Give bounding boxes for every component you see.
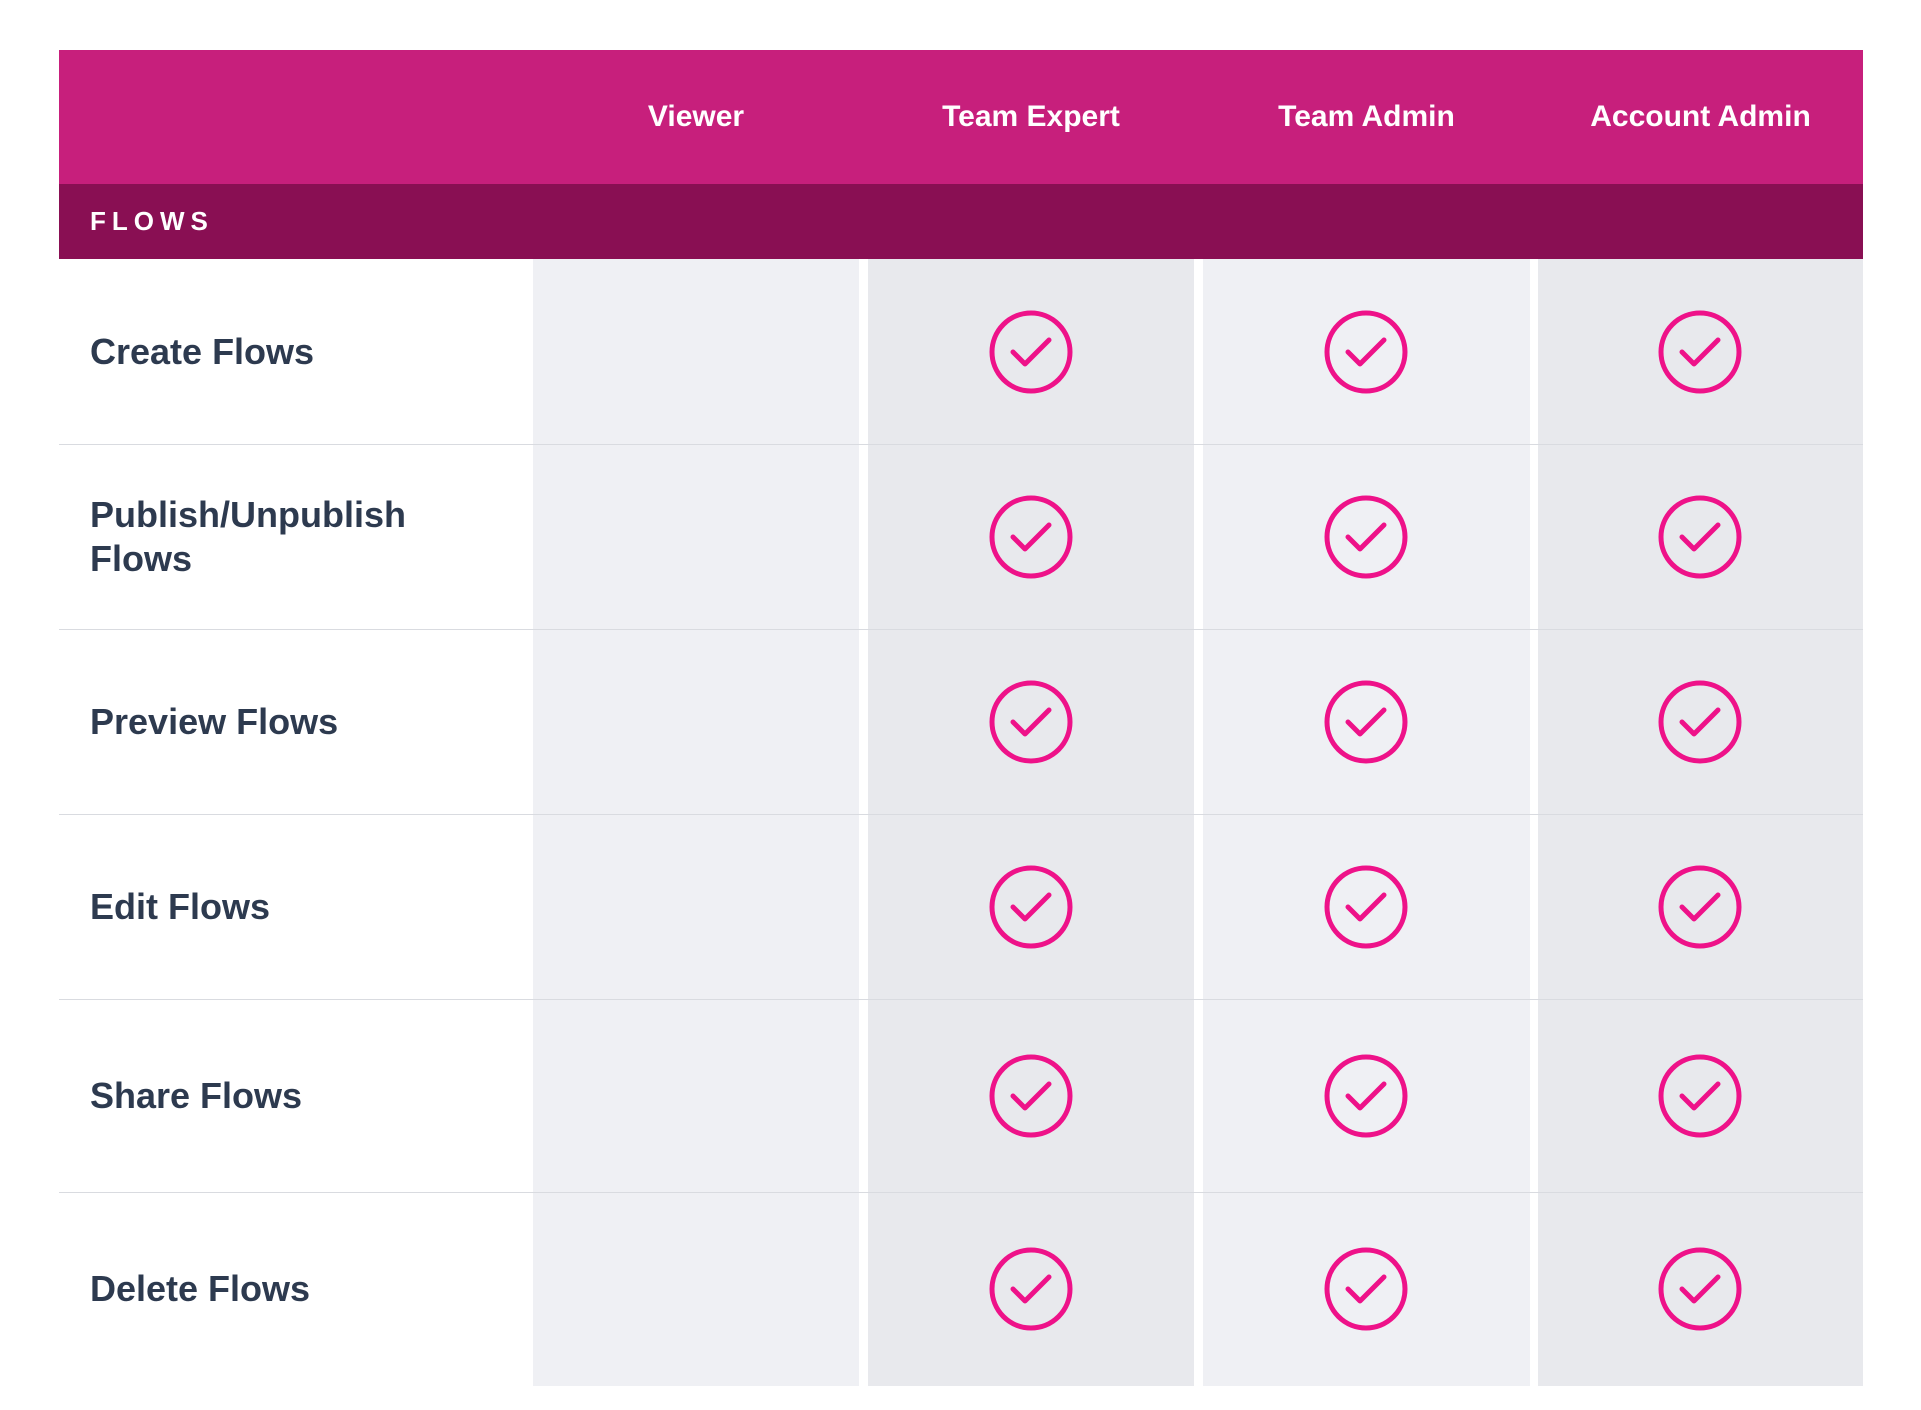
column-header-viewer: Viewer xyxy=(647,100,745,133)
table-row: Share Flows xyxy=(59,999,1863,1192)
section-title: FLOWS xyxy=(90,206,214,236)
check-circle-icon xyxy=(989,865,1073,948)
table-row: Delete Flows xyxy=(59,1192,1863,1386)
table-row: Preview Flows xyxy=(59,629,1863,814)
check-circle-icon xyxy=(989,495,1073,578)
check-circle-icon xyxy=(1324,1054,1408,1137)
column-header-team-expert: Team Expert xyxy=(942,100,1120,133)
check-circle-icon xyxy=(1658,495,1742,578)
row-label: Edit Flows xyxy=(90,885,270,927)
section-header: FLOWS xyxy=(59,184,1863,259)
table-row: Edit Flows xyxy=(59,814,1863,999)
permissions-table: Viewer Team Expert Team Admin Account Ad… xyxy=(59,50,1863,1386)
check-circle-icon xyxy=(1658,310,1742,393)
row-label: Create Flows xyxy=(90,330,315,372)
check-circle-icon xyxy=(1658,1247,1742,1331)
row-label: Share Flows xyxy=(90,1074,303,1116)
row-label: Delete Flows xyxy=(90,1268,311,1309)
check-circle-icon xyxy=(1324,1247,1408,1331)
row-label: Preview Flows xyxy=(90,700,339,742)
check-circle-icon xyxy=(1324,310,1408,393)
column-header-account-admin: Account Admin xyxy=(1590,100,1811,133)
check-circle-icon xyxy=(989,680,1073,763)
table-header: Viewer Team Expert Team Admin Account Ad… xyxy=(59,50,1863,184)
check-circle-icon xyxy=(989,310,1073,393)
check-circle-icon xyxy=(1658,680,1742,763)
table-row: Publish/Unpublish Flows xyxy=(59,444,1863,629)
table-row: Create Flows xyxy=(59,259,1863,444)
check-circle-icon xyxy=(989,1054,1073,1137)
check-circle-icon xyxy=(989,1247,1073,1331)
check-circle-icon xyxy=(1324,865,1408,948)
table-body: Create Flows Publish/Unpublish Flows Previ… xyxy=(59,259,1863,1386)
row-label: Publish/Unpublish Flows xyxy=(90,493,406,579)
check-circle-icon xyxy=(1658,1054,1742,1137)
check-circle-icon xyxy=(1324,680,1408,763)
check-circle-icon xyxy=(1658,865,1742,948)
column-header-team-admin: Team Admin xyxy=(1278,100,1455,133)
check-circle-icon xyxy=(1324,495,1408,578)
